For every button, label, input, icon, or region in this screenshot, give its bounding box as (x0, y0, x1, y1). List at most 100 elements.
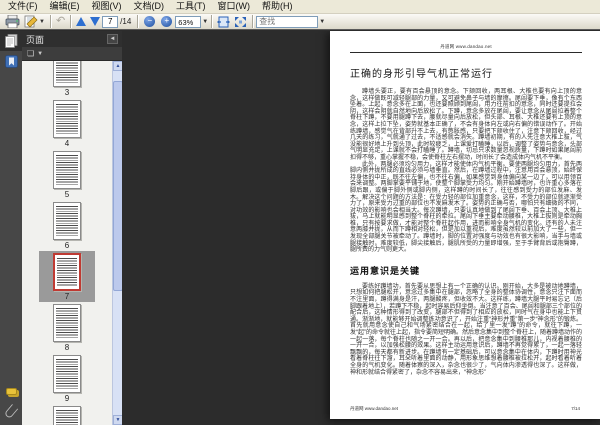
page-count-label: /14 (120, 17, 132, 26)
thumbnail-page-number: 8 (64, 343, 70, 352)
thumbnail-image[interactable] (53, 406, 81, 425)
next-page-icon (90, 17, 101, 26)
fit-page-icon (234, 16, 247, 28)
attachment-icon (3, 403, 19, 419)
page-thumbnail-7[interactable]: 7 (39, 251, 95, 302)
scrollbar-thumb[interactable] (113, 81, 122, 291)
toolbar-separator (211, 15, 213, 28)
zoom-level-combobox[interactable]: 63% (175, 15, 202, 28)
thumbnail-scrollbar[interactable]: ▲ ▼ (112, 61, 122, 425)
scroll-up-icon[interactable]: ▲ (113, 61, 122, 71)
footer-site-label: 丹道网 www.dandao.net (350, 406, 399, 411)
thumbnail-text-lines (56, 206, 78, 236)
comments-panel-tab[interactable] (0, 381, 22, 401)
thumbnail-text-lines (56, 104, 78, 134)
thumbnail-image[interactable] (53, 355, 81, 393)
toolbar-separator (252, 15, 254, 28)
thumbnail-text-lines (56, 308, 78, 338)
page-header-text: 丹道网 www.dandao.net (440, 44, 492, 49)
thumbnail-text-lines (56, 155, 78, 185)
menu-document[interactable]: 文档(D) (128, 0, 171, 13)
menu-tools[interactable]: 工具(T) (170, 0, 212, 13)
thumbnail-page-number: 9 (64, 394, 70, 403)
print-icon (5, 15, 20, 28)
document-title: 正确的身形引导气机正常运行 (350, 69, 493, 80)
search-input[interactable] (256, 15, 319, 28)
thumbnail-text-lines (56, 410, 78, 425)
menu-help[interactable]: 帮助(H) (256, 0, 299, 13)
document-paragraph: 蹲墙头要正，要有百会悬顶的意念。下颏回收，两耳根、大椎也要有向上顶的意念，这样做… (350, 89, 582, 161)
chevron-down-icon: ▼ (39, 18, 45, 25)
thumbnail-image[interactable] (53, 304, 81, 342)
thumbnail-image[interactable] (53, 202, 81, 240)
thumbnail-image[interactable] (53, 151, 81, 189)
menu-edit[interactable]: 编辑(E) (44, 0, 86, 13)
thumbnail-image[interactable] (53, 100, 81, 138)
previous-page-icon (76, 17, 87, 26)
history-back-icon: ↶ (55, 15, 66, 27)
thumbnail-text-lines (56, 61, 78, 83)
scroll-down-icon[interactable]: ▼ (113, 415, 122, 425)
thumbnail-page-number: 5 (64, 190, 70, 199)
page-thumbnail-6[interactable]: 6 (39, 200, 95, 251)
chevron-down-icon[interactable]: ▼ (202, 19, 208, 25)
pages-panel-header: 页面 ◄ (22, 31, 122, 47)
document-view-area[interactable]: 丹道网 www.dandao.net 正确的身形引导气机正常运行 蹲墙头要正，要… (122, 31, 600, 425)
page-thumbnail-9[interactable]: 9 (39, 353, 95, 404)
header-rule (350, 52, 582, 53)
pages-panel-tab[interactable] (0, 31, 22, 51)
zoom-out-button[interactable]: − (141, 14, 158, 29)
menu-bar: 文件(F) 编辑(E) 视图(V) 文档(D) 工具(T) 窗口(W) 帮助(H) (0, 0, 600, 14)
body-paragraphs: 蹲墙头要正，要有百会悬顶的意念。下颏回收，两耳根、大椎也要有向上顶的意念，这样做… (350, 89, 582, 254)
document-page: 丹道网 www.dandao.net 正确的身形引导气机正常运行 蹲墙头要正，要… (330, 31, 600, 419)
toolbar-separator (49, 15, 51, 28)
chevron-down-icon[interactable]: ▼ (37, 51, 43, 57)
page-thumbnail-5[interactable]: 5 (39, 149, 95, 200)
bookmarks-panel-tab[interactable] (0, 51, 22, 71)
panel-collapse-button[interactable]: ◄ (107, 34, 118, 44)
thumbnail-page-number: 6 (64, 241, 70, 250)
page-thumbnail-10[interactable]: 10 (39, 404, 95, 425)
thumbnail-text-lines (56, 359, 78, 389)
chevron-down-icon[interactable]: ▼ (319, 19, 325, 25)
previous-page-button[interactable] (74, 14, 88, 29)
zoom-out-icon: − (144, 16, 156, 27)
document-paragraph: 要练好蹲墙功，首先要从思想上有一个正确的认识。刚开始，大多是被动地蹲墙，只想如何… (350, 283, 582, 376)
attachments-panel-tab[interactable] (0, 401, 22, 421)
thumbnail-area: 3 4 5 6 7 8 910 ▲ ▼ (22, 61, 122, 425)
main-area: 页面 ◄ ❏ ▼ 3 4 5 6 7 8 910 ▲ ▼ 丹道网 www.dandao.ne… (0, 31, 600, 425)
page-number-input[interactable] (102, 15, 119, 28)
footer-page-number: 7/14 (571, 406, 580, 411)
pages-panel: 页面 ◄ ❏ ▼ 3 4 5 6 7 8 910 ▲ ▼ (22, 31, 122, 425)
thumbnail-image[interactable] (53, 253, 81, 291)
toolbar: ▼ ↶ /14 − + 63% ▼ (0, 14, 600, 30)
email-button[interactable]: ▼ (22, 14, 47, 29)
thumbnail-page-number: 7 (64, 292, 70, 301)
thumbnail-list: 3 4 5 6 7 8 910 (22, 61, 112, 425)
bookmarks-icon (4, 54, 18, 68)
fit-page-button[interactable] (232, 14, 249, 29)
page-thumbnail-8[interactable]: 8 (39, 302, 95, 353)
page-thumbnail-4[interactable]: 4 (39, 98, 95, 149)
zoom-in-icon: + (161, 16, 173, 27)
zoom-in-button[interactable]: + (158, 14, 175, 29)
menu-file[interactable]: 文件(F) (2, 0, 44, 13)
fit-width-button[interactable] (215, 14, 232, 29)
next-page-button[interactable] (88, 14, 102, 29)
menu-window[interactable]: 窗口(W) (212, 0, 257, 13)
options-icon[interactable]: ❏ (27, 49, 34, 58)
thumbnail-image[interactable] (53, 61, 81, 87)
print-button[interactable] (3, 14, 22, 29)
history-back-button[interactable]: ↶ (54, 14, 67, 29)
toolbar-separator (137, 15, 139, 28)
menu-view[interactable]: 视图(V) (86, 0, 128, 13)
page-thumbnail-3[interactable]: 3 (39, 61, 95, 98)
thumbnail-page-number: 4 (64, 139, 70, 148)
pages-icon (4, 34, 18, 48)
fit-width-icon (217, 16, 231, 28)
document-paragraph: 此外，两腿必须均匀用力，这样才能使体内气机平衡。要使两腿均匀用力，首先两脚内侧并… (350, 161, 582, 254)
thumbnail-page-number: 3 (64, 88, 70, 97)
toolbar-separator (70, 15, 72, 28)
pages-panel-title: 页面 (26, 34, 45, 45)
page-footer: 丹道网 www.dandao.net 7/14 (350, 406, 580, 412)
